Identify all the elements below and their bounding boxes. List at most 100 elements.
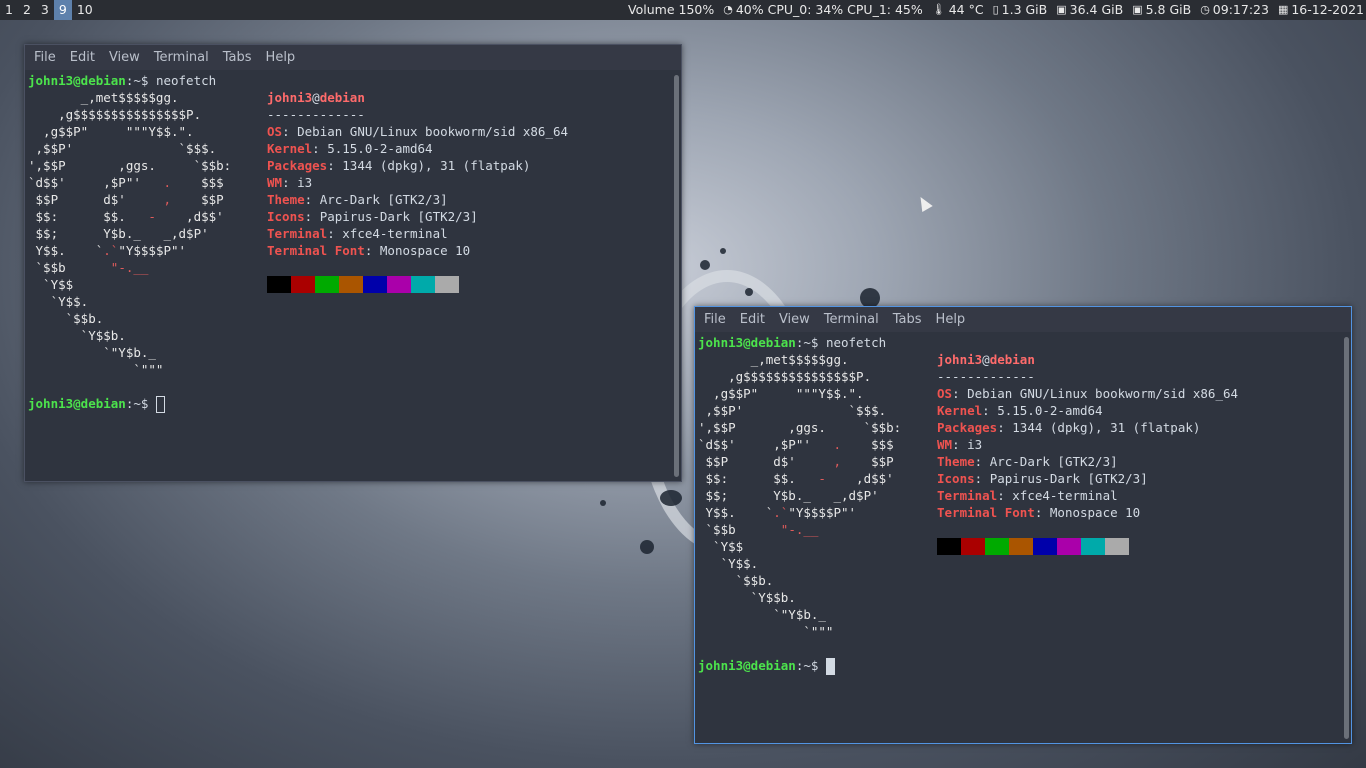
color-palette: [267, 276, 459, 293]
debian-logo-line: `Y$$: [698, 539, 744, 554]
debian-logo-line: ,$$P' `$$$.: [698, 403, 887, 418]
menu-edit[interactable]: Edit: [733, 312, 772, 327]
info-label: Terminal Font: [937, 505, 1035, 520]
prompt-user: johni3@debian: [28, 73, 126, 88]
debian-logo-line: ',$$P ,ggs. `$$b:: [28, 158, 232, 173]
info-value: : Debian GNU/Linux bookworm/sid x86_64: [952, 386, 1239, 401]
info-at: @: [312, 90, 320, 105]
debian-logo-line: $$P d$' , $$P: [28, 192, 224, 207]
thermometer-icon: 🌡: [931, 3, 946, 16]
prompt-path: :~$: [125, 396, 156, 411]
debian-logo-line: $$; Y$b._ _,d$P': [698, 488, 879, 503]
menu-file[interactable]: File: [27, 50, 63, 65]
color-swatch: [387, 276, 411, 293]
info-label: Packages: [267, 158, 328, 173]
color-swatch: [937, 538, 961, 555]
info-username: johni3: [267, 90, 313, 105]
debian-logo-line: ,g$$P" """Y$$.".: [28, 124, 194, 139]
terminal-output[interactable]: johni3@debian:~$ neofetch _,met$$$$$gg. …: [695, 333, 1339, 743]
temperature-status: 44 °C: [948, 2, 984, 17]
color-swatch: [363, 276, 387, 293]
debian-logo-line: `$$b "-.__: [28, 260, 149, 275]
info-value: : i3: [952, 437, 983, 452]
workspace-list: 1 2 3 9 10: [0, 0, 98, 20]
info-label: WM: [267, 175, 283, 190]
color-swatch: [1105, 538, 1129, 555]
info-label: Icons: [267, 209, 305, 224]
debian-logo-line: `Y$$b.: [28, 328, 126, 343]
prompt-path: :~$: [795, 658, 826, 673]
color-swatch: [985, 538, 1009, 555]
debian-logo-line: `d$$' ,$P"' . $$$: [28, 175, 224, 190]
info-label: WM: [937, 437, 953, 452]
workspace-9[interactable]: 9: [53, 0, 72, 20]
menu-tabs[interactable]: Tabs: [886, 312, 929, 327]
info-label: Kernel: [267, 141, 313, 156]
debian-logo-line: `$$b.: [698, 573, 774, 588]
menu-view[interactable]: View: [772, 312, 817, 327]
color-swatch: [1009, 538, 1033, 555]
memory-icon: ▯: [992, 3, 999, 16]
menu-tabs[interactable]: Tabs: [216, 50, 259, 65]
debian-logo-line: `""": [28, 362, 164, 377]
debian-logo-line: _,met$$$$$gg.: [28, 90, 179, 105]
debian-logo-line: `"Y$b._: [28, 345, 156, 360]
terminal-output[interactable]: johni3@debian:~$ neofetch _,met$$$$$gg. …: [25, 71, 669, 481]
info-username: johni3: [937, 352, 983, 367]
menu-view[interactable]: View: [102, 50, 147, 65]
volume-status: Volume 150%: [628, 2, 715, 17]
workspace-1[interactable]: 1: [0, 0, 18, 20]
prompt-path: :~$: [795, 335, 826, 350]
info-value: : Arc-Dark [GTK2/3]: [304, 192, 448, 207]
color-swatch: [1033, 538, 1057, 555]
text-cursor: [825, 658, 835, 675]
menu-help[interactable]: Help: [929, 312, 973, 327]
debian-logo-line: ',$$P ,ggs. `$$b:: [698, 420, 902, 435]
debian-logo-line: Y$$. `.`"Y$$$$P"': [28, 243, 187, 258]
terminal-window-right[interactable]: File Edit View Terminal Tabs Help johni3@debia…: [694, 306, 1352, 744]
debian-logo-line: $$P d$' , $$P: [698, 454, 894, 469]
status-bar: 1 2 3 9 10 Volume 150% ◔ 40% CPU_0: 34% C…: [0, 0, 1366, 20]
debian-logo-line: `Y$$.: [698, 556, 759, 571]
scrollbar[interactable]: [674, 75, 679, 477]
color-swatch: [267, 276, 291, 293]
menu-file[interactable]: File: [697, 312, 733, 327]
workspace-3[interactable]: 3: [36, 0, 54, 20]
info-value: : Monospace 10: [1034, 505, 1141, 520]
workspace-2[interactable]: 2: [18, 0, 36, 20]
debian-logo-line: `"Y$b._: [698, 607, 826, 622]
prompt-path: :~$: [125, 73, 156, 88]
debian-logo-line: `Y$$.: [28, 294, 89, 309]
info-label: Terminal: [267, 226, 328, 241]
debian-logo-line: `d$$' ,$P"' . $$$: [698, 437, 894, 452]
debian-logo-line: `$$b "-.__: [698, 522, 819, 537]
command-text: neofetch: [825, 335, 887, 350]
scrollbar[interactable]: [1344, 337, 1349, 739]
menu-edit[interactable]: Edit: [63, 50, 102, 65]
debian-logo-line: Y$$. `.`"Y$$$$P"': [698, 505, 857, 520]
menu-help[interactable]: Help: [259, 50, 303, 65]
color-swatch: [291, 276, 315, 293]
color-palette: [937, 538, 1129, 555]
debian-logo-line: ,g$$P" """Y$$.".: [698, 386, 864, 401]
prompt-user: johni3@debian: [28, 396, 126, 411]
prompt-user: johni3@debian: [698, 658, 796, 673]
memory-status: 1.3 GiB: [1001, 2, 1048, 17]
menu-terminal[interactable]: Terminal: [147, 50, 216, 65]
calendar-icon: ▦: [1277, 3, 1289, 16]
menu-bar: File Edit View Terminal Tabs Help: [25, 45, 681, 70]
info-label: Packages: [937, 420, 998, 435]
menu-terminal[interactable]: Terminal: [817, 312, 886, 327]
color-swatch: [339, 276, 363, 293]
info-label: Kernel: [937, 403, 983, 418]
info-value: : xfce4-terminal: [997, 488, 1118, 503]
debian-logo-line: _,met$$$$$gg.: [698, 352, 849, 367]
info-value: : xfce4-terminal: [327, 226, 448, 241]
prompt-user: johni3@debian: [698, 335, 796, 350]
disk-icon: ▣: [1132, 3, 1143, 16]
workspace-10[interactable]: 10: [72, 0, 98, 20]
info-label: Theme: [267, 192, 305, 207]
info-value: : 1344 (dpkg), 31 (flatpak): [997, 420, 1201, 435]
terminal-window-left[interactable]: File Edit View Terminal Tabs Help johni3@debia…: [24, 44, 682, 482]
info-label: OS: [937, 386, 953, 401]
